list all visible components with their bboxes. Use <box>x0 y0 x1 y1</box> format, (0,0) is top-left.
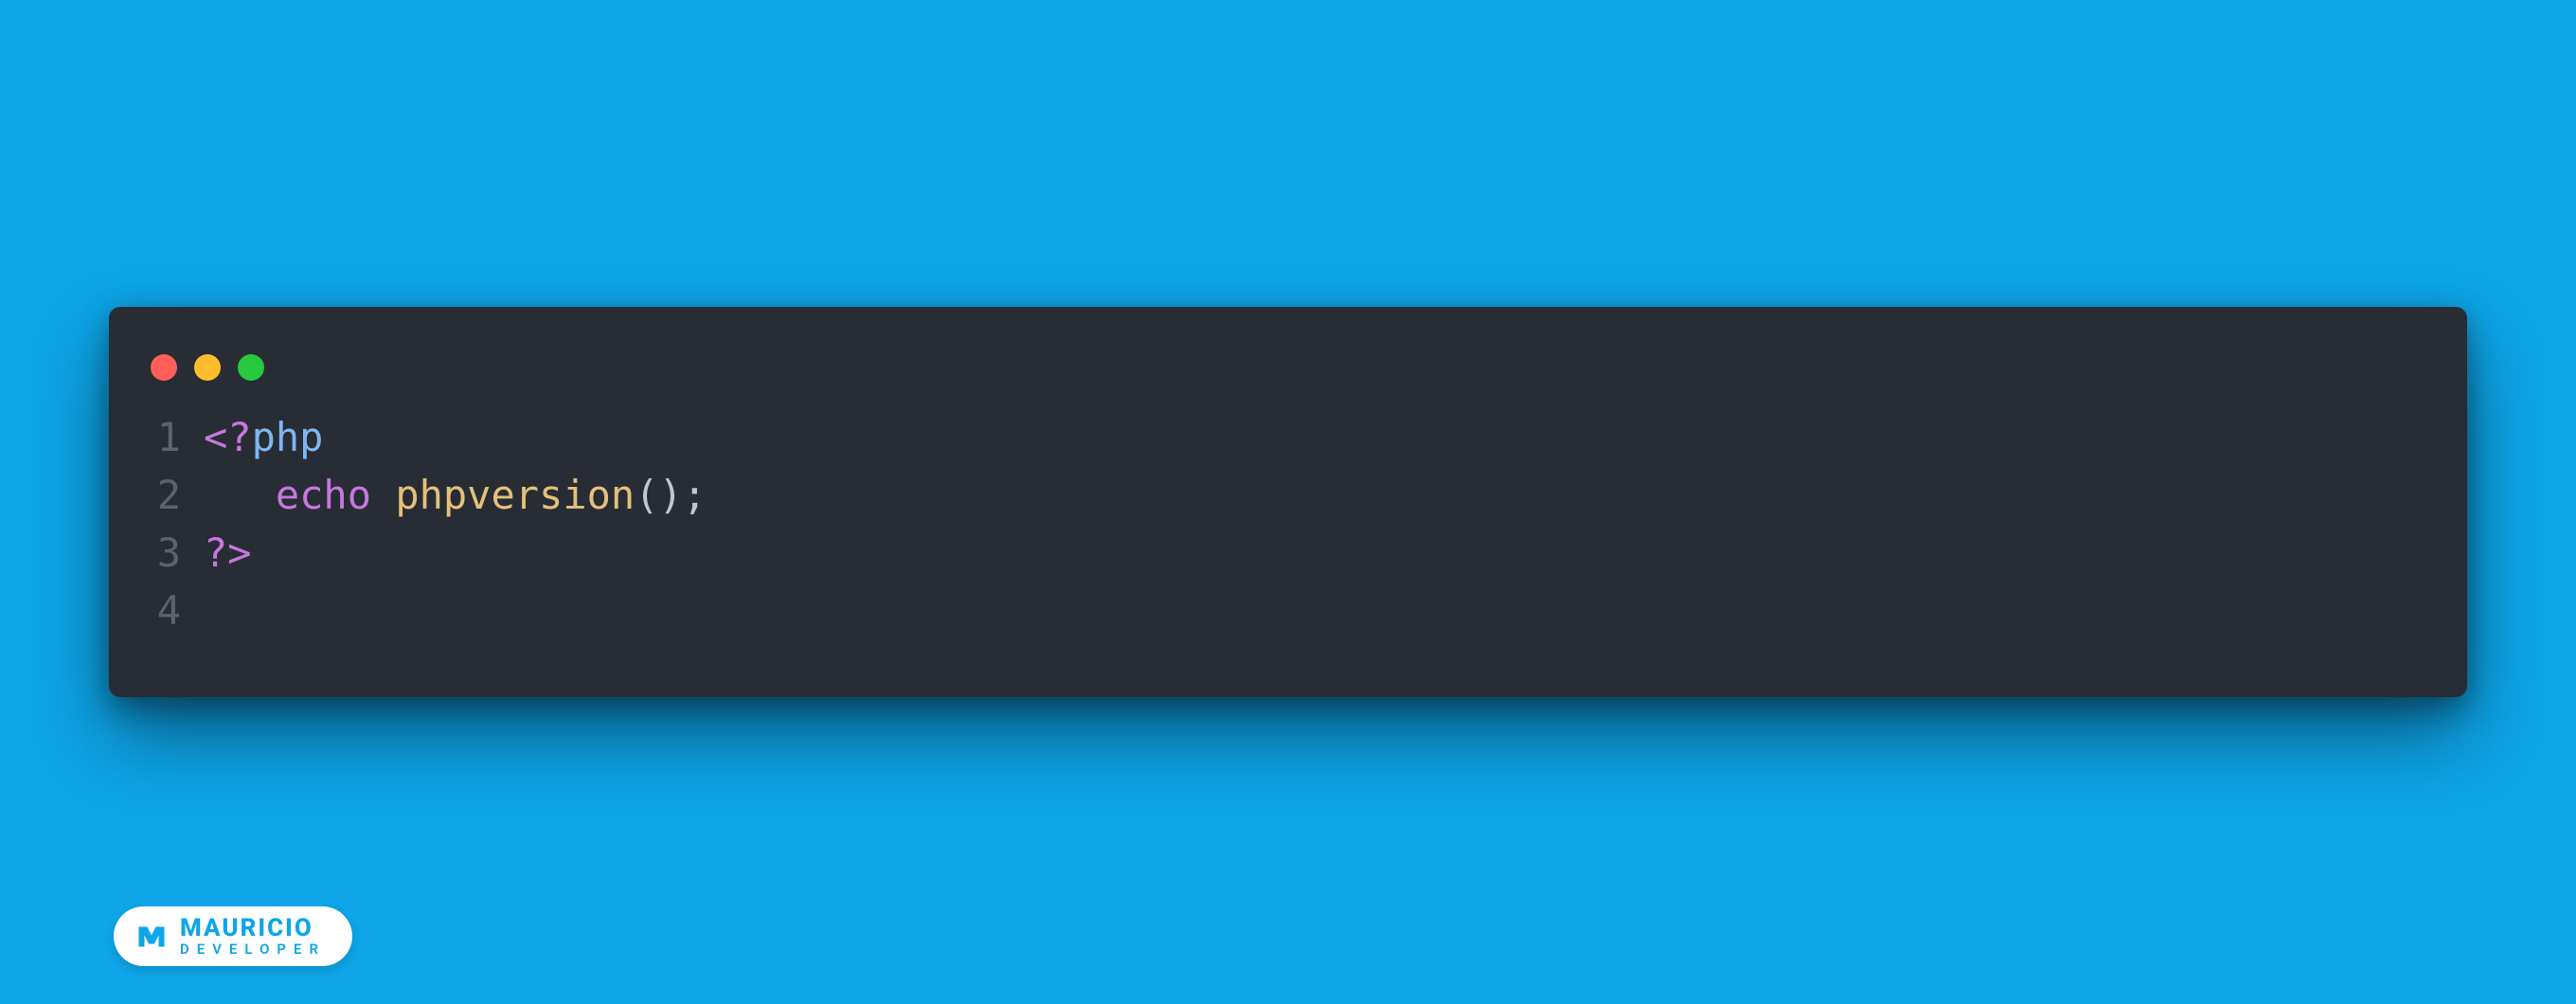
code-line: 2 echo phpversion(); <box>147 467 2429 525</box>
line-number: 1 <box>147 409 204 467</box>
badge-subtitle: DEVELOPER <box>180 942 326 957</box>
line-number: 2 <box>147 467 204 525</box>
zoom-icon[interactable] <box>238 354 264 381</box>
author-badge: MAURICIO DEVELOPER <box>114 906 352 966</box>
line-content: ?> <box>204 525 252 583</box>
line-content: <?php <box>204 409 323 467</box>
line-number: 3 <box>147 525 204 583</box>
code-block: 1<?php2 echo phpversion();3?>4 <box>147 409 2429 640</box>
window-titlebar <box>147 345 2429 409</box>
code-line: 1<?php <box>147 409 2429 467</box>
code-line: 3?> <box>147 525 2429 583</box>
code-line: 4 <box>147 583 2429 640</box>
line-number: 4 <box>147 583 204 640</box>
badge-name: MAURICIO <box>180 916 326 941</box>
close-icon[interactable] <box>151 354 177 381</box>
logo-icon <box>134 920 169 954</box>
code-window: 1<?php2 echo phpversion();3?>4 <box>109 307 2467 697</box>
line-content: echo phpversion(); <box>204 467 707 525</box>
minimize-icon[interactable] <box>194 354 221 381</box>
